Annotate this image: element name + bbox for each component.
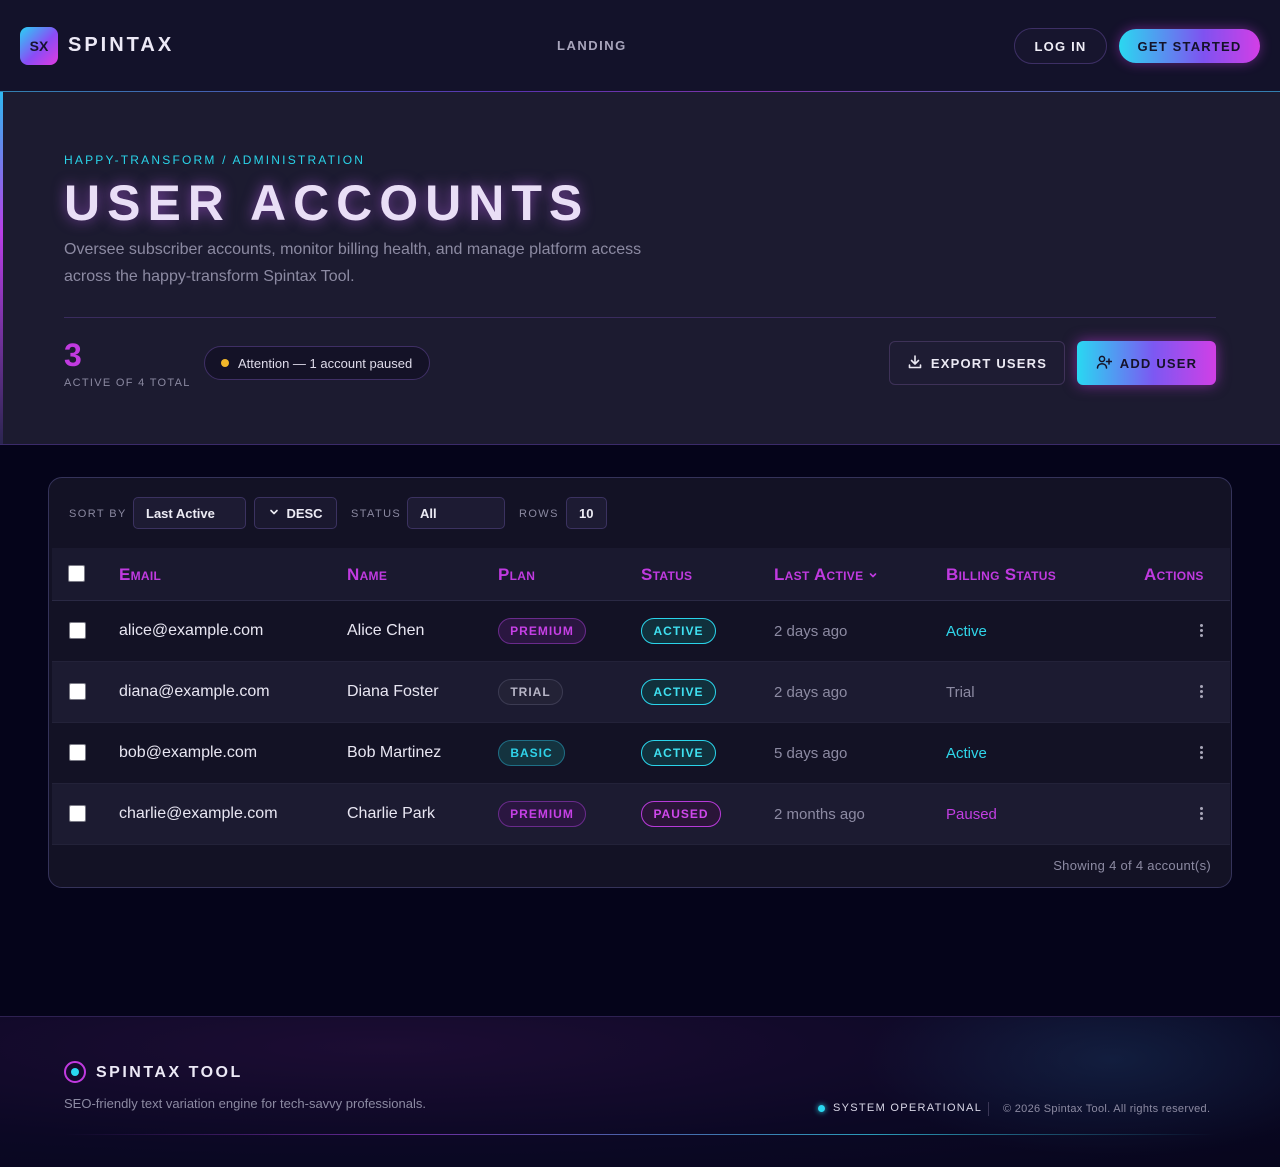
table-row[interactable]: bob@example.com Bob Martinez BASIC ACTIV… <box>52 723 1230 784</box>
table-row[interactable]: alice@example.com Alice Chen PREMIUM ACT… <box>52 601 1230 662</box>
logo-mark[interactable]: SX <box>20 27 58 65</box>
row-actions-icon[interactable] <box>1196 807 1206 823</box>
plan-badge: TRIAL <box>498 679 563 705</box>
row-email: diana@example.com <box>119 683 270 700</box>
row-last-active: 2 days ago <box>774 623 848 640</box>
row-billing-status: Active <box>946 623 987 640</box>
sort-order-label: DESC <box>286 505 323 521</box>
row-actions-icon[interactable] <box>1196 685 1206 701</box>
status-badge: ACTIVE <box>641 679 716 705</box>
row-billing-status: Trial <box>946 684 975 701</box>
footer-separator <box>988 1102 989 1116</box>
system-status-label: SYSTEM OPERATIONAL <box>833 1102 983 1114</box>
row-email: alice@example.com <box>119 622 264 639</box>
column-actions: Actions <box>1144 565 1204 584</box>
sort-by-label: SORT BY <box>69 508 127 520</box>
hero-divider <box>64 317 1216 318</box>
status-badge: ACTIVE <box>641 740 716 766</box>
logo-text[interactable]: SPINTAX <box>68 34 174 57</box>
column-last-active[interactable]: Last Active <box>774 565 878 585</box>
row-checkbox[interactable] <box>69 622 86 639</box>
add-user-label: ADD USER <box>1119 355 1198 371</box>
active-count-label: ACTIVE OF 4 TOTAL <box>64 377 191 389</box>
users-table-card: SORT BY Last Active DESC STATUS All ROWS… <box>48 477 1232 888</box>
add-user-button[interactable]: ADD USER <box>1077 341 1216 385</box>
sort-chevron-icon <box>868 565 878 584</box>
footer-title: SPINTAX TOOL <box>96 1064 243 1081</box>
footer-copyright: © 2026 Spintax Tool. All rights reserved… <box>1003 1103 1211 1115</box>
status-dot-icon <box>818 1104 825 1112</box>
row-billing-status: Active <box>946 745 987 762</box>
row-last-active: 2 days ago <box>774 684 848 701</box>
table-footnote: Showing 4 of 4 account(s) <box>1053 858 1211 873</box>
chevron-down-icon <box>268 506 280 521</box>
status-filter-label: STATUS <box>351 508 402 520</box>
rows-per-page-select[interactable]: 10 <box>566 497 607 529</box>
row-billing-status: Paused <box>946 806 997 823</box>
system-status: SYSTEM OPERATIONAL <box>818 1102 982 1114</box>
rows-label: ROWS <box>519 508 559 520</box>
user-plus-icon <box>1096 354 1112 373</box>
select-all-checkbox[interactable] <box>68 565 85 582</box>
column-status[interactable]: Status <box>641 565 692 585</box>
plan-badge: PREMIUM <box>498 801 586 827</box>
site-footer: SPINTAX TOOL SEO-friendly text variation… <box>0 1016 1280 1167</box>
row-email: bob@example.com <box>119 744 258 761</box>
column-last-active-label: Last Active <box>774 565 864 584</box>
sort-by-select[interactable]: Last Active <box>133 497 246 529</box>
column-name[interactable]: Name <box>347 565 387 585</box>
plan-badge: PREMIUM <box>498 618 586 644</box>
row-name: Bob Martinez <box>347 744 442 761</box>
status-filter-select[interactable]: All <box>407 497 505 529</box>
hero-section: HAPPY-TRANSFORM / ADMINISTRATION USER AC… <box>0 92 1280 445</box>
table-row[interactable]: charlie@example.com Charlie Park PREMIUM… <box>52 784 1230 845</box>
plan-badge: BASIC <box>498 740 565 766</box>
breadcrumb: HAPPY-TRANSFORM / ADMINISTRATION <box>64 153 366 167</box>
page-description: Oversee subscriber accounts, monitor bil… <box>64 241 642 285</box>
column-plan[interactable]: Plan <box>498 565 535 585</box>
attention-text: Attention — 1 account paused <box>238 355 413 371</box>
row-checkbox[interactable] <box>69 683 86 700</box>
row-last-active: 5 days ago <box>774 745 848 762</box>
row-name: Charlie Park <box>347 805 436 822</box>
status-badge: PAUSED <box>641 801 721 827</box>
row-actions-icon[interactable] <box>1196 746 1206 762</box>
download-icon <box>907 354 923 373</box>
warning-dot-icon <box>221 359 229 367</box>
active-count: 3 <box>64 337 82 373</box>
row-name: Diana Foster <box>347 683 439 700</box>
row-checkbox[interactable] <box>69 805 86 822</box>
status-badge: ACTIVE <box>641 618 716 644</box>
row-name: Alice Chen <box>347 622 425 639</box>
nav-link-landing[interactable]: LANDING <box>557 38 627 53</box>
sort-order-toggle[interactable]: DESC <box>254 497 337 529</box>
row-last-active: 2 months ago <box>774 806 865 823</box>
top-nav: SX SPINTAX LANDING LOG IN GET STARTED <box>0 0 1280 92</box>
login-button[interactable]: LOG IN <box>1014 28 1107 64</box>
export-users-button[interactable]: EXPORT USERS <box>889 341 1065 385</box>
row-checkbox[interactable] <box>69 744 86 761</box>
page-title: USER ACCOUNTS <box>64 175 590 231</box>
column-email[interactable]: Email <box>119 565 161 585</box>
footer-logo-icon <box>64 1061 86 1083</box>
footer-divider <box>64 1134 1216 1135</box>
row-actions-icon[interactable] <box>1196 624 1206 640</box>
column-billing-status[interactable]: Billing Status <box>946 565 1056 585</box>
attention-badge: Attention — 1 account paused <box>204 346 431 380</box>
footer-tagline: SEO-friendly text variation engine for t… <box>64 1096 427 1111</box>
get-started-button[interactable]: GET STARTED <box>1119 29 1260 63</box>
table-toolbar: SORT BY Last Active DESC STATUS All ROWS… <box>49 478 1231 548</box>
export-users-label: EXPORT USERS <box>930 355 1048 371</box>
row-email: charlie@example.com <box>119 805 278 822</box>
table-header: Email Name Plan Status Last Active Billi… <box>52 548 1230 601</box>
table-row[interactable]: diana@example.com Diana Foster TRIAL ACT… <box>52 662 1230 723</box>
